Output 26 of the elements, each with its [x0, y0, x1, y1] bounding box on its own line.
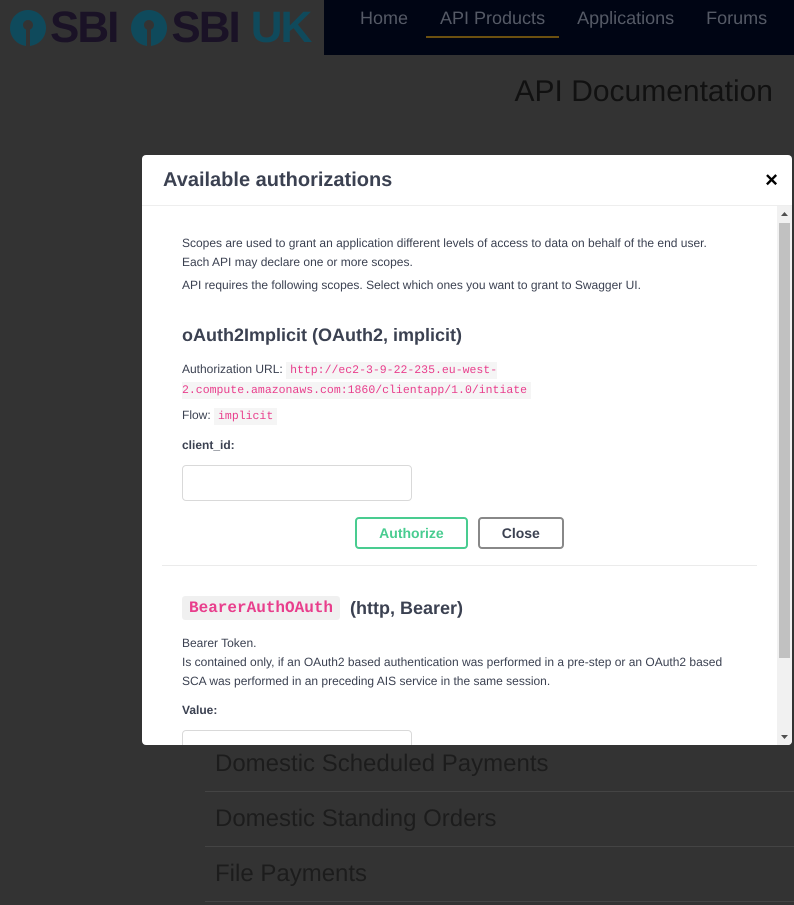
scheme-type: (http, Bearer)	[350, 598, 464, 618]
logo-icon	[10, 10, 46, 46]
scheme-description: Is contained only, if an OAuth2 based authentication was performed in a pre-step or an OAuth2 based SCA was performed in an preceding AIS service in the same session.	[182, 654, 724, 690]
scrollbar-thumb[interactable]	[779, 223, 790, 658]
nav-link[interactable]: Forums	[692, 0, 782, 38]
scroll-up-icon[interactable]	[781, 212, 788, 216]
field-label: Value:	[182, 703, 218, 717]
intro-text: Scopes are used to grant an application different levels of access to data on behalf of the end user.	[182, 235, 708, 252]
logo-icon	[131, 10, 168, 46]
close-button[interactable]: ×	[765, 167, 778, 193]
nav-link[interactable]: API Products	[426, 0, 560, 38]
close-button[interactable]: Close	[478, 517, 564, 549]
scrollbar[interactable]	[777, 206, 792, 745]
intro-text: Each API may declare one or more scopes.	[182, 254, 414, 271]
nav-link[interactable]: Home	[346, 0, 422, 38]
scopes-note: API requires the following scopes. Select which ones you want to grant to Swagger UI.	[182, 277, 642, 294]
nav-link[interactable]: Applications	[563, 0, 688, 38]
client-id-field[interactable]	[182, 465, 412, 501]
scheme-name: BearerAuthOAuth	[182, 596, 340, 620]
scheme-title: oAuth2Implicit (OAuth2, implicit)	[182, 325, 462, 346]
scroll-down-icon[interactable]	[781, 735, 788, 739]
dialog-title: Available authorizations	[163, 168, 392, 192]
authorize-button[interactable]: Authorize	[355, 517, 468, 549]
field-label: client_id:	[182, 438, 236, 452]
flow-text: Flow: implicit	[182, 406, 737, 426]
scheme-description: Bearer Token.	[182, 635, 258, 652]
